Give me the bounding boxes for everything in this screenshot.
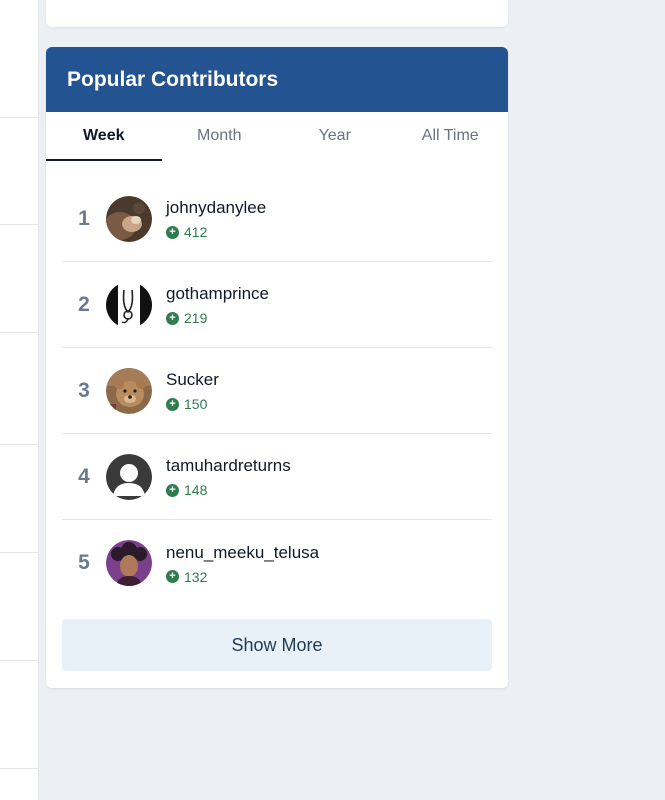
avatar[interactable] <box>106 540 152 586</box>
score: + 148 <box>166 482 291 498</box>
avatar[interactable] <box>106 195 152 242</box>
plus-circle-icon: + <box>166 570 179 583</box>
feed-divider <box>0 660 39 661</box>
rank-number: 4 <box>78 464 90 488</box>
username-link[interactable]: nenu_meeku_telusa <box>166 542 319 564</box>
score-value: 150 <box>184 396 208 412</box>
username-link[interactable]: tamuhardreturns <box>166 455 291 477</box>
contributor-info: tamuhardreturns + 148 <box>166 455 291 498</box>
list-item: 5 nenu_meeku_telusa + 132 <box>62 520 492 606</box>
tab-year[interactable]: Year <box>277 112 393 160</box>
rank-number: 5 <box>78 551 90 574</box>
score: + 412 <box>166 224 266 240</box>
score-value: 219 <box>184 310 208 326</box>
username-link[interactable]: Sucker <box>166 369 219 391</box>
list-item: 2 gothamprince + 219 <box>62 262 492 348</box>
contributor-info: nenu_meeku_telusa + 132 <box>166 542 319 585</box>
contributor-info: Sucker + 150 <box>166 369 219 412</box>
score: + 132 <box>166 569 319 585</box>
show-more-button[interactable]: Show More <box>62 619 492 671</box>
feed-divider <box>0 117 39 118</box>
contributor-info: gothamprince + 219 <box>166 283 269 326</box>
contributor-info: johnydanylee + 412 <box>166 197 266 240</box>
list-item: 3 Sucker + 150 <box>62 348 492 434</box>
tab-all-time[interactable]: All Time <box>393 112 509 160</box>
plus-circle-icon: + <box>166 483 179 497</box>
feed-divider <box>0 768 39 769</box>
feed-divider <box>0 444 39 445</box>
feed-column-edge <box>0 0 39 800</box>
avatar[interactable] <box>106 367 152 414</box>
score: + 219 <box>166 310 269 326</box>
score-value: 148 <box>184 482 208 498</box>
list-item: 4 tamuhardreturns + 148 <box>62 434 492 520</box>
feed-divider <box>0 224 39 225</box>
avatar[interactable] <box>106 453 152 500</box>
avatar[interactable] <box>106 281 152 328</box>
popular-contributors-widget: Popular Contributors Week Month Year All… <box>46 47 508 688</box>
widget-title: Popular Contributors <box>67 67 279 91</box>
plus-circle-icon: + <box>166 225 179 239</box>
period-tabs: Week Month Year All Time <box>46 112 509 161</box>
username-link[interactable]: johnydanylee <box>166 197 266 219</box>
tab-week[interactable]: Week <box>46 112 162 161</box>
feed-divider <box>0 552 39 553</box>
rank-number: 3 <box>78 378 90 402</box>
rank-number: 1 <box>78 206 90 230</box>
feed-divider <box>0 332 39 333</box>
sidebar-card-above <box>46 0 508 27</box>
score: + 150 <box>166 396 219 412</box>
plus-circle-icon: + <box>166 397 179 411</box>
widget-header: Popular Contributors <box>46 47 508 112</box>
list-item: 1 johnydanylee + 412 <box>62 176 492 262</box>
rank-number: 2 <box>78 292 90 316</box>
contributors-list: 1 johnydanylee + 412 2 gothamprince + 21… <box>46 160 508 606</box>
tab-month[interactable]: Month <box>162 112 278 160</box>
score-value: 412 <box>184 224 208 240</box>
score-value: 132 <box>184 568 208 585</box>
username-link[interactable]: gothamprince <box>166 283 269 305</box>
plus-circle-icon: + <box>166 311 179 325</box>
